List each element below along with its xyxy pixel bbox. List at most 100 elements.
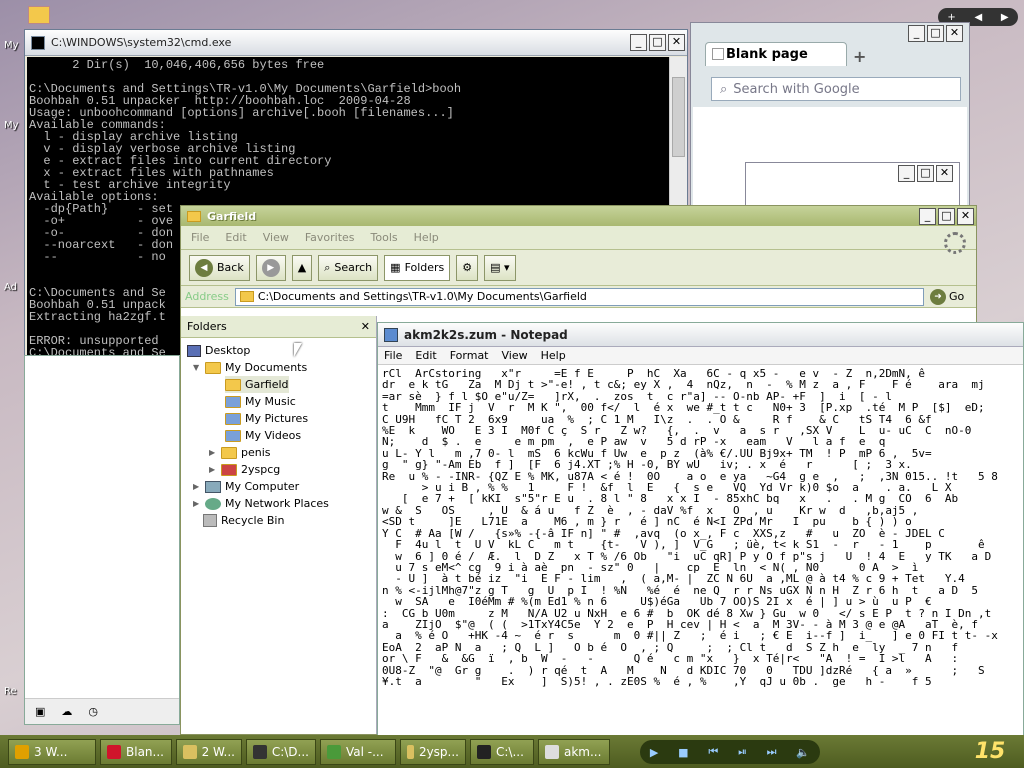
maximize-button[interactable]: □ (938, 207, 955, 225)
folders-button[interactable]: ▦ Folders (384, 254, 451, 281)
maximize-button[interactable]: □ (927, 25, 944, 42)
minimize-button[interactable]: _ (908, 25, 925, 42)
folder-icon (225, 378, 241, 391)
tree-item-garfield[interactable]: Garfield (225, 376, 289, 393)
menu-help[interactable]: Help (414, 231, 439, 244)
folders-icon: ▦ (390, 261, 401, 274)
background-window[interactable]: ▣ ☁ ◷ (24, 355, 180, 725)
tree-item-my-computer[interactable]: ▶ My Computer (193, 478, 299, 495)
tab-blank-page[interactable]: Blank page (705, 42, 847, 66)
left-arrow-icon[interactable]: ◀ (974, 12, 982, 23)
search-button[interactable]: ⌕ Search (318, 254, 379, 281)
folder-icon[interactable] (28, 6, 50, 24)
tree-item-recycle-bin[interactable]: Recycle Bin (203, 512, 284, 529)
expand-icon[interactable]: ▶ (193, 482, 201, 491)
close-button[interactable]: ✕ (936, 165, 953, 182)
tree-item-penis[interactable]: ▶ penis (209, 444, 271, 461)
menu-view[interactable]: View (502, 349, 528, 362)
tree-item-my-network-places[interactable]: ▶ My Network Places (193, 495, 329, 512)
taskbar-item[interactable]: akm... (538, 738, 610, 765)
text-area[interactable]: rCl ArCstoring x"r =E f E P hC Xa 6C - q… (380, 368, 1023, 737)
play-pause-icon[interactable]: ⏯ (738, 745, 747, 759)
right-arrow-icon[interactable]: ▶ (1001, 12, 1009, 23)
taskbar-item[interactable]: 3 W... (8, 738, 96, 765)
app-icon (107, 744, 121, 759)
menu-view[interactable]: View (263, 231, 289, 244)
menu-tools[interactable]: Tools (371, 231, 398, 244)
app-icon (15, 744, 29, 759)
expand-icon[interactable]: ▶ (209, 465, 217, 474)
menu-favorites[interactable]: Favorites (305, 231, 355, 244)
clock[interactable]: 15 (960, 735, 1020, 768)
menu-edit[interactable]: Edit (415, 349, 436, 362)
taskbar-item[interactable]: C:\D... (246, 738, 316, 765)
close-button[interactable]: ✕ (946, 25, 963, 42)
collapse-icon[interactable]: ▼ (193, 363, 201, 372)
title-bar[interactable]: akm2k2s.zum - Notepad (378, 323, 1023, 347)
back-arrow-icon: ◀ (195, 258, 213, 277)
cloud-icon[interactable]: ☁ (61, 705, 72, 718)
play-icon[interactable]: ▶ (650, 746, 658, 759)
tree-item-2yspcg[interactable]: ▶ 2yspcg (209, 461, 280, 478)
folders-pane[interactable]: Folders ✕ Desktop ▼ My Documents Garfield … (181, 316, 377, 734)
text-line: - U ] à t bé iz "i E F - lim , ( a,M- | … (382, 572, 965, 586)
text-line: F 4u l t U V kL C m t {t- V ), ] V_G ; ü… (382, 538, 985, 552)
expand-icon[interactable]: ▶ (193, 499, 201, 508)
back-button[interactable]: ◀ Back (189, 254, 250, 281)
square-icon[interactable]: ▣ (35, 705, 45, 718)
go-button[interactable]: ➜ Go (930, 288, 976, 306)
stop-icon[interactable]: ■ (678, 746, 688, 759)
tree-item-my-videos[interactable]: My Videos (225, 427, 301, 444)
taskbar-item[interactable]: 2 W... (176, 738, 242, 765)
title-bar[interactable]: C:\WINDOWS\system32\cmd.exe _ □ ✕ (25, 30, 687, 56)
address-input[interactable]: C:\Documents and Settings\TR-v1.0\My Doc… (234, 287, 924, 306)
search-input[interactable]: ⌕ Search with Google (711, 77, 961, 101)
tree-item-my-music[interactable]: My Music (225, 393, 296, 410)
taskbar-item[interactable]: Blan... (100, 738, 172, 765)
tree-item-my-pictures[interactable]: My Pictures (225, 410, 308, 427)
forward-button[interactable]: ▶ (255, 254, 286, 281)
minimize-button[interactable]: _ (630, 34, 647, 51)
tree-item-my-documents[interactable]: ▼ My Documents (193, 359, 307, 376)
maximize-button[interactable]: □ (649, 34, 666, 51)
taskbar-item[interactable]: Val -... (320, 738, 396, 765)
menu-format[interactable]: Format (450, 349, 489, 362)
notepad-window[interactable]: akm2k2s.zum - Notepad File Edit Format V… (377, 322, 1024, 738)
desktop-icon-label[interactable]: My (4, 120, 19, 131)
clock-icon[interactable]: ◷ (88, 705, 98, 718)
scrollbar-thumb[interactable] (672, 77, 685, 157)
volume-icon[interactable]: 🔈 (796, 746, 810, 759)
desktop-icon-label[interactable]: Ad (4, 282, 17, 293)
views-button[interactable]: ▤ ▾ (484, 254, 516, 281)
next-icon[interactable]: ⏭ (767, 745, 777, 759)
title-bar[interactable]: Garfield _ □ ✕ (181, 206, 976, 226)
menu-file[interactable]: File (384, 349, 402, 362)
menu-file[interactable]: File (191, 231, 209, 244)
expand-icon[interactable]: ▶ (209, 448, 217, 457)
close-icon[interactable]: ✕ (361, 320, 370, 333)
desktop-icon-label[interactable]: Re (4, 686, 17, 697)
pictures-folder-icon (225, 412, 241, 425)
tree-item-desktop[interactable]: Desktop (187, 342, 250, 359)
minimize-button[interactable]: _ (919, 207, 936, 225)
previous-icon[interactable]: ⏮ (708, 745, 718, 759)
menu-edit[interactable]: Edit (225, 231, 246, 244)
new-tab-button[interactable]: + (853, 47, 866, 66)
toolbar: ◀ Back ▶ ▲ ⌕ Search ▦ Folders ⚙ ▤ ▾ (181, 250, 976, 286)
plus-icon[interactable]: + (947, 12, 955, 23)
menu-help[interactable]: Help (541, 349, 566, 362)
close-button[interactable]: ✕ (957, 207, 974, 225)
minimize-button[interactable]: _ (898, 165, 915, 182)
close-button[interactable]: ✕ (668, 34, 685, 51)
folder-icon (187, 210, 201, 222)
window-controls: _ □ ✕ (908, 25, 965, 42)
taskbar-item-label: Blan... (126, 744, 164, 759)
taskbar-item[interactable]: 2ysp... (400, 738, 466, 765)
up-button[interactable]: ▲ (291, 254, 313, 281)
taskbar-item[interactable]: C:\... (470, 738, 534, 765)
desktop-icon-label[interactable]: My (4, 40, 19, 51)
app-icon (183, 744, 197, 759)
maximize-button[interactable]: □ (917, 165, 934, 182)
settings-button[interactable]: ⚙ (456, 254, 479, 281)
text-line: w SA e I0éMm # %(m Ed1 % n 6 U$)éGa Ub 7… (382, 595, 932, 609)
